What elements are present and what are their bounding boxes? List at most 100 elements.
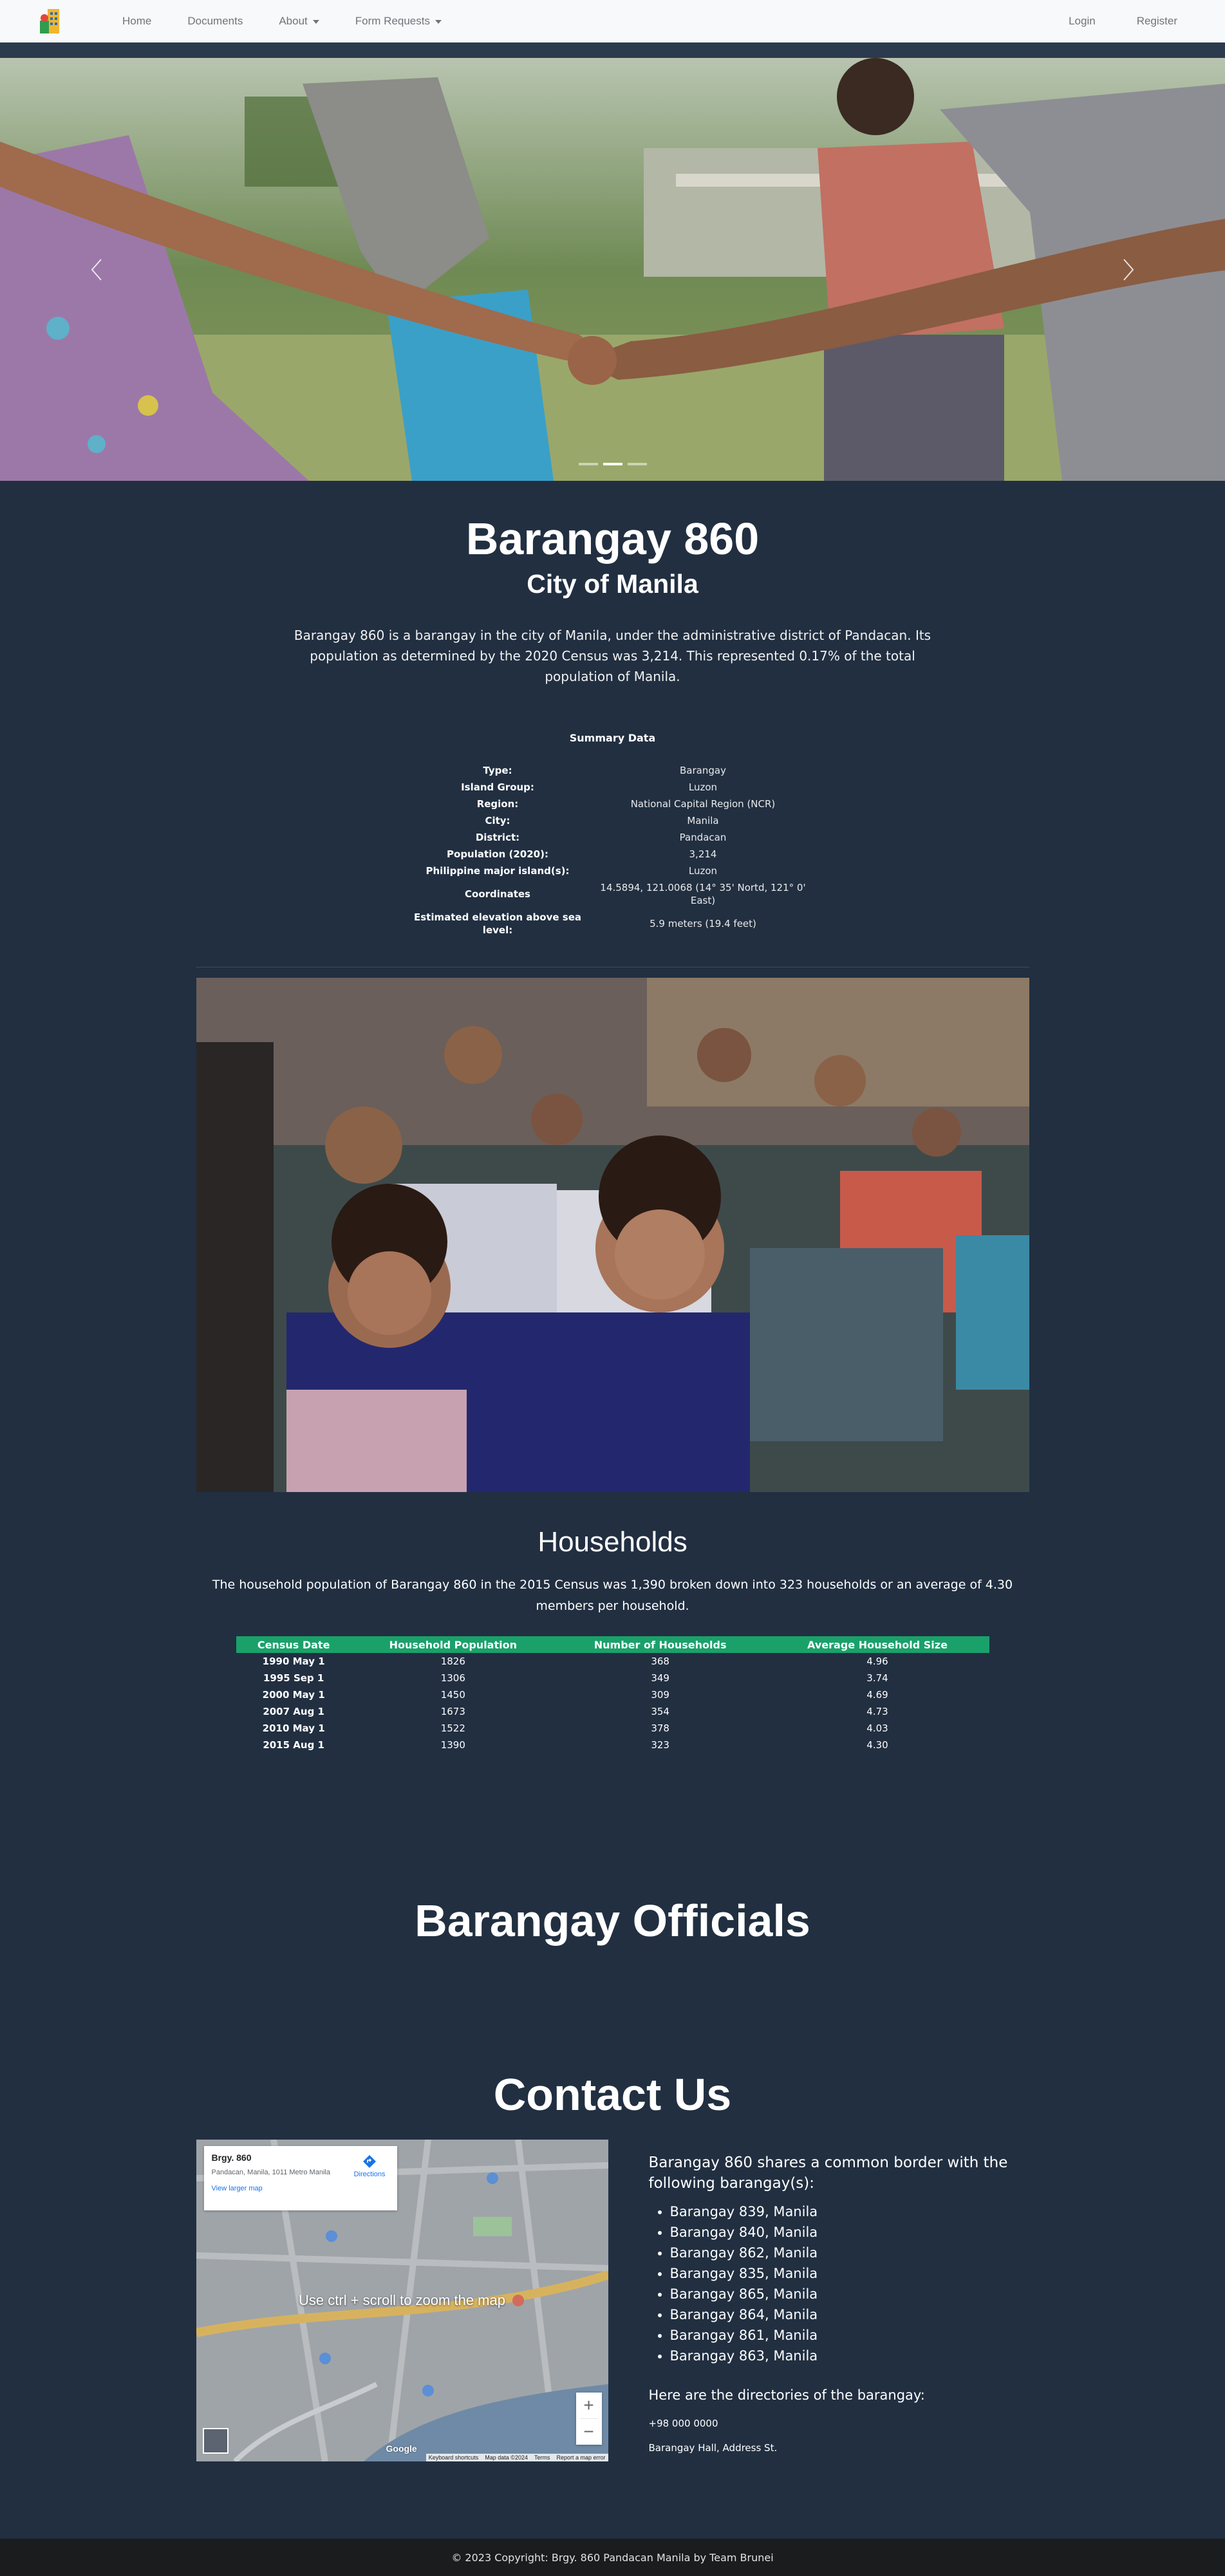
table-cell: 1390 [440, 1739, 465, 1751]
households-table: Census Date Household Population Number of… [236, 1636, 989, 1753]
map-zoom-in-button[interactable]: + [576, 2393, 602, 2418]
summary-value: Manila [687, 815, 719, 826]
table-cell: 1995 Sep 1 [263, 1672, 324, 1684]
google-logo: Google [386, 2443, 417, 2454]
nav-login[interactable]: Login [1048, 15, 1116, 28]
households-column-header: Number of Households [554, 1636, 766, 1653]
map-place-address: Pandacan, Manila, 1011 Metro Manila [211, 2169, 330, 2176]
contact-address: Barangay Hall, Address St. [648, 2442, 778, 2454]
summary-row: Coordinates 14.5894, 121.0068 (14° 35' No… [413, 879, 812, 909]
table-cell: 2000 May 1 [262, 1689, 325, 1701]
summary-row: Island Group: Luzon [413, 779, 812, 796]
caret-down-icon [312, 19, 319, 24]
summary-row: Type: Barangay [413, 762, 812, 779]
households-column-header: Census Date [236, 1636, 351, 1653]
map-zoom-controls: + − [575, 2393, 602, 2445]
households-section: Households The household population of B… [0, 1524, 1225, 1753]
summary-value: Pandacan [679, 832, 727, 843]
households-column-header: Average Household Size [765, 1636, 989, 1653]
nav-documents[interactable]: Documents [169, 15, 261, 28]
table-row: 2007 Aug 1 1673 354 4.73 [236, 1703, 989, 1720]
table-cell: 3.74 [866, 1672, 888, 1684]
summary-key: City: [485, 815, 510, 826]
nav-register[interactable]: Register [1116, 15, 1198, 28]
neighbor-item: Barangay 864, Manila [670, 2304, 1035, 2325]
page-subtitle: City of Manila [527, 569, 698, 599]
nav-about-dropdown[interactable]: About [261, 15, 337, 28]
summary-key: Population (2020): [447, 848, 548, 860]
table-row: 2000 May 1 1450 309 4.69 [236, 1686, 989, 1703]
map-satellite-toggle[interactable] [202, 2428, 229, 2454]
carousel-prev-button[interactable] [58, 58, 135, 481]
logo-icon[interactable] [37, 6, 67, 36]
carousel-indicator-2[interactable] [603, 463, 622, 465]
navbar: Home Documents About Form Requests Login… [0, 0, 1225, 42]
households-column-header: Household Population [351, 1636, 555, 1653]
carousel-indicator-3[interactable] [627, 463, 647, 465]
table-cell: 1306 [440, 1672, 465, 1684]
neighbor-item: Barangay 862, Manila [670, 2243, 1035, 2263]
map-directions-button[interactable]: Directions [354, 2154, 386, 2178]
table-cell: 309 [651, 1689, 669, 1701]
carousel-next-button[interactable] [1090, 58, 1167, 481]
navbar-shadow-strip [0, 42, 1225, 58]
contact-row: Use ctrl + scroll to zoom the map Brgy. … [196, 2140, 1029, 2500]
table-cell: 2007 Aug 1 [263, 1706, 324, 1717]
contact-title: Contact Us [493, 2069, 732, 2120]
hero-carousel[interactable] [0, 58, 1225, 481]
table-cell: 4.03 [866, 1722, 888, 1734]
map-zoom-out-button[interactable]: − [576, 2419, 602, 2445]
summary-value: Luzon [688, 865, 718, 877]
summary-value: National Capital Region (NCR) [630, 798, 776, 810]
caret-down-icon [435, 19, 442, 24]
chevron-right-icon [1123, 258, 1134, 281]
summary-key: Region: [476, 798, 519, 810]
border-text: Barangay 860 shares a common border with… [648, 2154, 1008, 2192]
directories-text: Here are the directories of the barangay… [648, 2387, 925, 2403]
page-footer: © 2023 Copyright: Brgy. 860 Pandacan Man… [0, 2539, 1225, 2576]
summary-row: Estimated elevation above sea level: 5.9 … [413, 909, 812, 938]
contact-phone: +98 000 0000 [648, 2418, 718, 2429]
summary-key: Philippine major island(s): [425, 865, 570, 877]
intro-section: Barangay 860 City of Manila Barangay 860… [0, 481, 1225, 938]
summary-row: City: Manila [413, 812, 812, 829]
nav-about-label: About [279, 15, 308, 27]
summary-key: Estimated elevation above sea level: [413, 911, 581, 936]
map-terms-link[interactable]: Terms [534, 2454, 550, 2461]
table-row: 2010 May 1 1522 378 4.03 [236, 1720, 989, 1737]
page-title: Barangay 860 [465, 514, 760, 564]
officials-section: Barangay Officials [0, 1895, 1225, 1946]
map-footer: Keyboard shortcuts Map data ©2024 Terms … [425, 2454, 608, 2461]
summary-key: Island Group: [461, 781, 534, 793]
summary-row: Region: National Capital Region (NCR) [413, 796, 812, 812]
nav-home[interactable]: Home [104, 15, 169, 28]
table-cell: 1990 May 1 [262, 1656, 325, 1667]
map-keyboard-shortcuts[interactable]: Keyboard shortcuts [429, 2454, 479, 2461]
summary-title: Summary Data [569, 732, 656, 744]
table-row: 1990 May 1 1826 368 4.96 [236, 1653, 989, 1670]
nav-form-requests-dropdown[interactable]: Form Requests [337, 15, 460, 28]
table-row: 2015 Aug 1 1390 323 4.30 [236, 1737, 989, 1753]
households-table-header: Census Date Household Population Number of… [236, 1636, 989, 1653]
summary-key: Type: [483, 765, 512, 776]
summary-value: 3,214 [689, 848, 717, 860]
summary-value: 14.5894, 121.0068 (14° 35' Nortd, 121° 0… [600, 882, 806, 906]
table-cell: 2010 May 1 [262, 1722, 325, 1734]
google-map[interactable]: Use ctrl + scroll to zoom the map Brgy. … [196, 2140, 608, 2461]
table-cell: 4.30 [866, 1739, 888, 1751]
neighbor-item: Barangay 865, Manila [670, 2284, 1035, 2304]
chevron-left-icon [91, 258, 102, 281]
table-cell: 323 [651, 1739, 669, 1751]
neighbor-item: Barangay 863, Manila [670, 2346, 1035, 2366]
neighbor-list: Barangay 839, ManilaBarangay 840, Manila… [649, 2201, 1035, 2366]
carousel-indicator-1[interactable] [578, 463, 598, 465]
table-cell: 368 [651, 1656, 669, 1667]
summary-value: 5.9 meters (19.4 feet) [650, 918, 756, 929]
map-report-link[interactable]: Report a map error [556, 2454, 605, 2461]
summary-value: Luzon [688, 781, 718, 793]
summary-section: Summary Data Type: Barangay Island Group: L… [413, 732, 812, 938]
map-larger-link[interactable]: View larger map [212, 2185, 389, 2192]
table-row: 1995 Sep 1 1306 349 3.74 [236, 1670, 989, 1686]
contact-section: Contact Us Use ctrl + scroll to zoom the… [0, 2069, 1225, 2500]
carousel-indicators [0, 463, 1225, 465]
